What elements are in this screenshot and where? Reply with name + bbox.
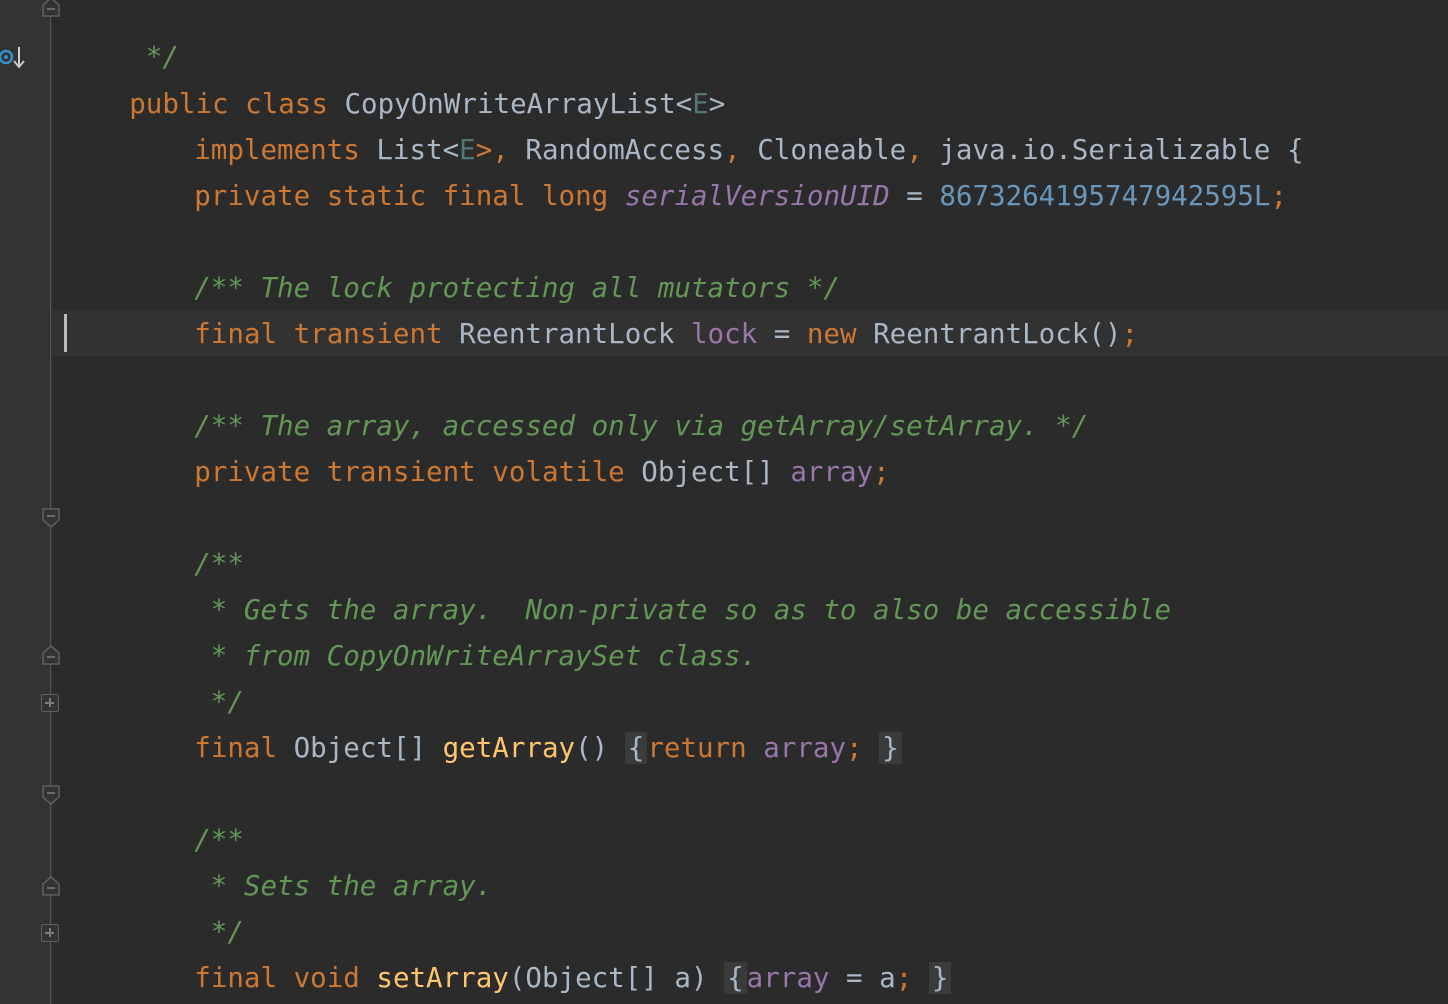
folded-open-brace[interactable]: { xyxy=(624,732,648,764)
code-line[interactable]: /** xyxy=(128,771,244,856)
fold-end-icon[interactable] xyxy=(41,644,61,666)
code-line[interactable]: * from CopyOnWriteArraySet class. xyxy=(128,587,757,672)
code-line[interactable]: /** The lock protecting all mutators */ xyxy=(128,219,840,304)
keyword: final xyxy=(442,180,526,212)
keyword: volatile xyxy=(492,456,625,488)
parameter-name: a xyxy=(674,962,691,994)
type-name: ReentrantLock xyxy=(459,318,675,350)
keyword: long xyxy=(541,180,609,212)
method-name: getArray xyxy=(442,732,576,764)
code-line[interactable]: private transient volatile Object[] arra… xyxy=(128,403,889,488)
expand-icon[interactable] xyxy=(41,694,59,712)
code-editor[interactable]: */ public class CopyOnWriteArrayList<E> … xyxy=(0,0,1448,1004)
code-line[interactable]: final Object[] getArray() {return array;… xyxy=(128,679,902,764)
keyword: transient xyxy=(326,456,476,488)
keyword: void xyxy=(293,962,360,994)
parameter-name: a xyxy=(879,962,896,994)
code-line[interactable]: /** xyxy=(128,495,244,580)
punctuation: ; xyxy=(1270,180,1288,212)
field-name: array xyxy=(746,962,830,994)
editor-gutter[interactable] xyxy=(0,0,52,1004)
code-line[interactable]: final void setArray(Object[] a) {array =… xyxy=(128,909,952,994)
field-name: array xyxy=(790,456,874,488)
punctuation: ( xyxy=(508,962,526,994)
operator: = xyxy=(889,180,940,212)
number-literal: 8673264195747942595L xyxy=(939,180,1271,212)
code-line[interactable]: public class CopyOnWriteArrayList<E> xyxy=(63,35,725,120)
code-line[interactable]: * Sets the array. xyxy=(128,817,492,902)
punctuation: ; xyxy=(1121,318,1139,350)
punctuation: ; xyxy=(895,962,913,994)
code-line[interactable]: /** The array, accessed only via getArra… xyxy=(128,357,1088,442)
folded-close-brace[interactable]: } xyxy=(879,732,902,764)
keyword: transient xyxy=(293,318,443,350)
field-name: lock xyxy=(690,318,758,350)
fold-end-icon[interactable] xyxy=(41,0,61,18)
code-line[interactable]: */ xyxy=(128,633,244,718)
text-caret xyxy=(64,314,67,352)
punctuation: () xyxy=(575,732,609,764)
operator: = xyxy=(829,962,880,994)
code-line[interactable]: implements List<E>, RandomAccess, Clonea… xyxy=(128,81,1303,166)
keyword: private xyxy=(194,180,311,212)
doc-comment: * from CopyOnWriteArraySet class. xyxy=(194,640,758,672)
constructor-call: ReentrantLock() xyxy=(873,318,1122,350)
folded-close-brace[interactable]: } xyxy=(928,962,952,994)
override-icon[interactable] xyxy=(0,42,30,72)
keyword: final xyxy=(194,732,278,764)
fold-end-icon[interactable] xyxy=(41,875,61,897)
fold-start-icon[interactable] xyxy=(41,507,61,529)
keyword: static xyxy=(326,180,427,212)
type-name: Object[] xyxy=(293,732,427,764)
keyword: final xyxy=(194,318,278,350)
keyword: return xyxy=(647,732,747,764)
punctuation: ) xyxy=(690,962,708,994)
keyword: final xyxy=(194,962,278,994)
gutter-divider xyxy=(50,0,51,1004)
expand-icon[interactable] xyxy=(41,924,59,942)
punctuation: ; xyxy=(873,456,890,488)
field-name: serialVersionUID xyxy=(624,180,890,212)
code-line[interactable]: */ xyxy=(128,863,244,948)
fold-start-icon[interactable] xyxy=(41,784,61,806)
folded-open-brace[interactable]: { xyxy=(724,962,747,994)
type-name: Object[] xyxy=(641,456,774,488)
operator: = xyxy=(757,318,807,350)
field-name: array xyxy=(763,732,847,764)
type-name: Object[] xyxy=(525,962,658,994)
method-name: setArray xyxy=(376,962,509,994)
code-line[interactable]: private static final long serialVersionU… xyxy=(128,127,1287,212)
punctuation: ; xyxy=(846,732,863,764)
keyword: new xyxy=(806,318,857,350)
code-line[interactable]: */ xyxy=(63,0,179,73)
code-line[interactable]: final transient ReentrantLock lock = new… xyxy=(128,265,1138,350)
keyword: private xyxy=(194,456,311,488)
code-line[interactable]: * Gets the array. Non-private so as to a… xyxy=(128,541,1171,626)
